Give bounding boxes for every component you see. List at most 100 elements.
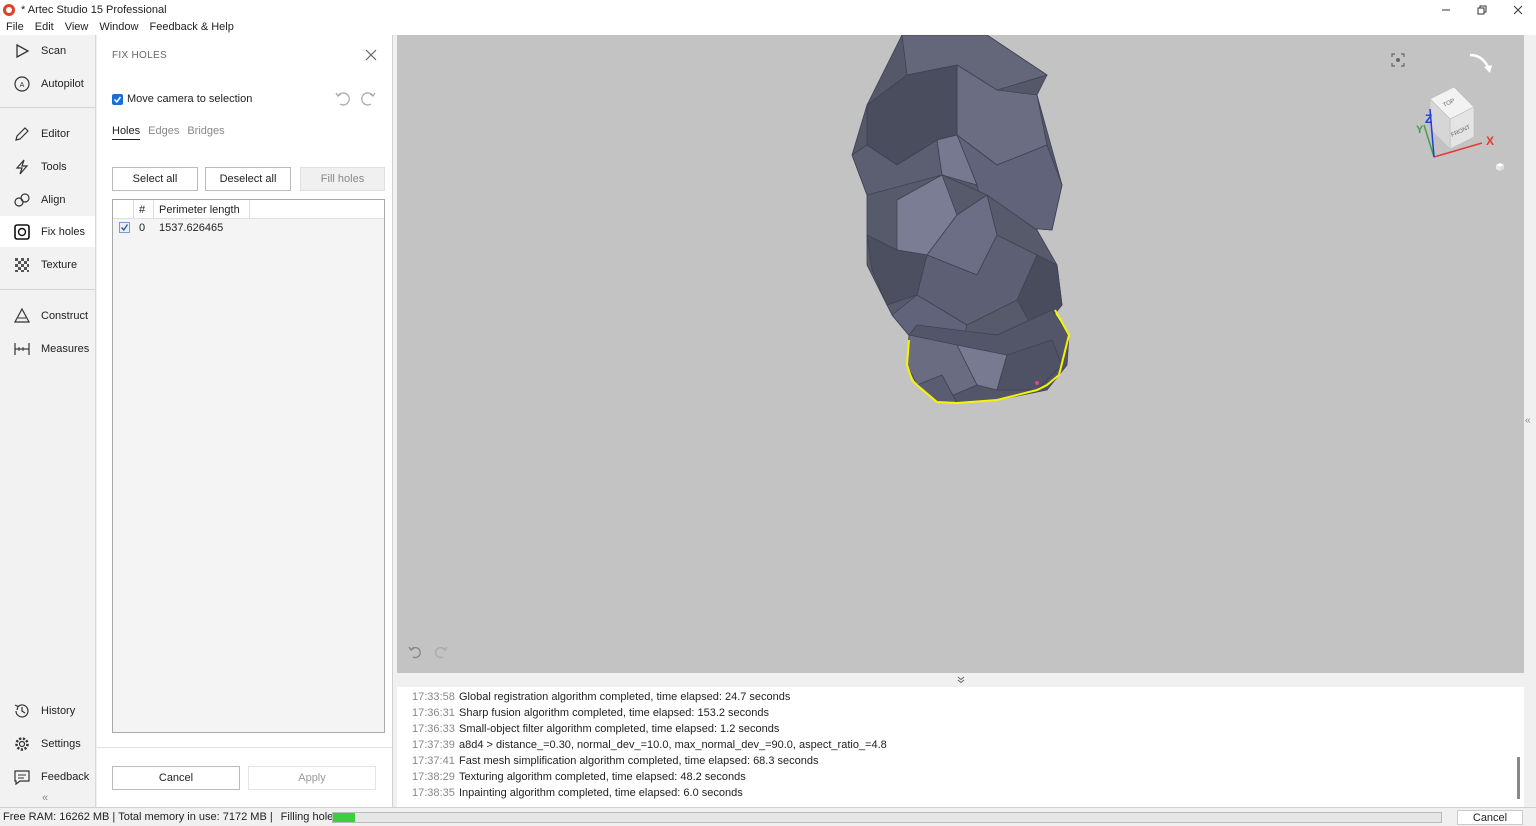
table-row[interactable]: 0 1537.626465 — [113, 219, 384, 237]
hole-perimeter: 1537.626465 — [159, 222, 224, 234]
cancel-button[interactable]: Cancel — [112, 766, 240, 790]
log-time: 17:36:33 — [412, 723, 455, 735]
holes-table: # Perimeter length 0 1537.626465 — [112, 199, 385, 733]
operation-text: Filling holes — [280, 811, 339, 823]
rotate-arrow-icon — [1469, 53, 1490, 68]
tab-edges[interactable]: Edges — [148, 125, 179, 140]
fill-holes-button[interactable]: Fill holes — [300, 167, 385, 191]
nav-label: Feedback — [41, 770, 90, 783]
move-camera-label: Move camera to selection — [127, 93, 253, 105]
log-line: 17:37:39 a8d4 > distance_=0.30, normal_de… — [412, 739, 887, 751]
apply-button[interactable]: Apply — [248, 766, 376, 790]
column-header-index[interactable]: # — [139, 204, 145, 216]
panel-redo-button[interactable] — [360, 89, 378, 107]
status-bar: Free RAM: 16262 MB | Total memory in use… — [0, 807, 1536, 826]
nav-divider — [0, 107, 95, 108]
redo-icon — [361, 92, 376, 106]
menu-view[interactable]: View — [65, 21, 89, 33]
column-divider — [249, 200, 250, 219]
nav-label: History — [41, 704, 76, 717]
log-message: Small-object filter algorithm completed,… — [459, 723, 780, 735]
log-line: 17:37:41 Fast mesh simplification algorit… — [412, 755, 819, 767]
undo-icon — [335, 92, 350, 106]
menu-file[interactable]: File — [6, 21, 24, 33]
expand-right-panel-button[interactable]: « — [1525, 415, 1531, 426]
redo-icon — [435, 646, 448, 659]
pencil-icon — [13, 125, 31, 143]
total-memory-text: Total memory in use: 7172 MB — [118, 811, 267, 823]
column-divider — [133, 200, 134, 219]
nav-history[interactable]: History — [0, 695, 95, 726]
checkmark-icon — [121, 224, 129, 232]
menu-window[interactable]: Window — [99, 21, 138, 33]
hole-index: 0 — [139, 222, 146, 234]
align-icon — [13, 191, 31, 209]
nav-label: Tools — [41, 160, 67, 173]
deselect-all-button[interactable]: Deselect all — [205, 167, 291, 191]
menu-feedback-help[interactable]: Feedback & Help — [149, 21, 233, 33]
status-cancel-button[interactable]: Cancel — [1457, 810, 1523, 825]
fix-holes-panel: FIX HOLES Move camera to selection Holes… — [97, 35, 393, 807]
mesh-model[interactable] — [397, 35, 1524, 673]
view-cube[interactable]: TOP FRONT X Y Z — [1412, 47, 1522, 177]
nav-label: Settings — [41, 737, 81, 750]
nav-label: Autopilot — [41, 77, 84, 90]
close-button[interactable] — [1500, 0, 1536, 19]
panel-title: FIX HOLES — [112, 50, 167, 61]
axis-z-label: Z — [1425, 112, 1432, 126]
nav-construct[interactable]: Construct — [0, 300, 95, 331]
minimize-icon — [1442, 9, 1450, 10]
panel-divider — [97, 747, 392, 748]
nav-label: Fix holes — [41, 225, 86, 238]
tab-holes[interactable]: Holes — [112, 125, 141, 140]
status-separator: | — [112, 811, 116, 823]
row-checkbox[interactable] — [119, 222, 130, 233]
log-time: 17:33:58 — [412, 691, 455, 703]
log-message: Sharp fusion algorithm completed, time e… — [459, 707, 770, 719]
log-scrollbar[interactable] — [1517, 757, 1520, 799]
viewport-redo-button[interactable] — [431, 643, 449, 661]
nav-label: Construct — [41, 309, 89, 322]
nav-fix-holes[interactable]: Fix holes — [0, 216, 95, 247]
table-header: # Perimeter length — [113, 200, 384, 219]
nav-settings[interactable]: Settings — [0, 728, 95, 759]
fit-view-icon[interactable] — [1391, 53, 1405, 67]
nav-measures[interactable]: Measures — [0, 333, 95, 364]
log-line: 17:33:58 Global registration algorithm co… — [412, 691, 790, 703]
nav-editor[interactable]: Editor — [0, 118, 95, 149]
viewport-undo-button[interactable] — [407, 643, 425, 661]
nav-align[interactable]: Align — [0, 184, 95, 215]
log-panel: 17:33:58 Global registration algorithm co… — [397, 687, 1524, 807]
nav-texture[interactable]: Texture — [0, 249, 95, 280]
log-time: 17:37:39 — [412, 739, 455, 751]
log-message: Global registration algorithm completed,… — [459, 691, 791, 703]
nav-autopilot[interactable]: A Autopilot — [0, 68, 95, 99]
nav-scan[interactable]: Scan — [0, 35, 95, 66]
feedback-icon — [13, 768, 31, 786]
close-icon[interactable] — [364, 48, 378, 62]
tab-bridges[interactable]: Bridges — [187, 125, 224, 140]
minimize-button[interactable] — [1428, 0, 1464, 19]
menu-edit[interactable]: Edit — [35, 21, 54, 33]
log-collapse-handle[interactable] — [397, 673, 1524, 687]
log-message: Fast mesh simplification algorithm compl… — [459, 755, 819, 767]
title-bar: * Artec Studio 15 Professional — [0, 0, 1536, 19]
nav-feedback[interactable]: Feedback — [0, 761, 95, 792]
menu-bar: File Edit View Window Feedback & Help — [0, 19, 1536, 35]
artec-logo-icon — [3, 3, 15, 16]
nav-label: Measures — [41, 342, 90, 355]
3d-viewport[interactable]: TOP FRONT X Y Z — [397, 35, 1524, 673]
nav-label: Editor — [41, 127, 70, 140]
column-header-perimeter[interactable]: Perimeter length — [159, 204, 240, 216]
log-time: 17:38:29 — [412, 771, 455, 783]
chevron-down-icon — [957, 676, 964, 684]
nav-label: Align — [41, 193, 66, 206]
status-separator: | — [269, 811, 273, 823]
nav-tools[interactable]: Tools — [0, 151, 95, 182]
log-line: 17:36:33 Small-object filter algorithm co… — [412, 723, 779, 735]
move-camera-checkbox[interactable]: Move camera to selection — [112, 93, 252, 105]
panel-undo-button[interactable] — [333, 89, 351, 107]
restore-button[interactable] — [1464, 0, 1500, 19]
collapse-sidebar-button[interactable]: « — [42, 792, 48, 804]
select-all-button[interactable]: Select all — [112, 167, 198, 191]
